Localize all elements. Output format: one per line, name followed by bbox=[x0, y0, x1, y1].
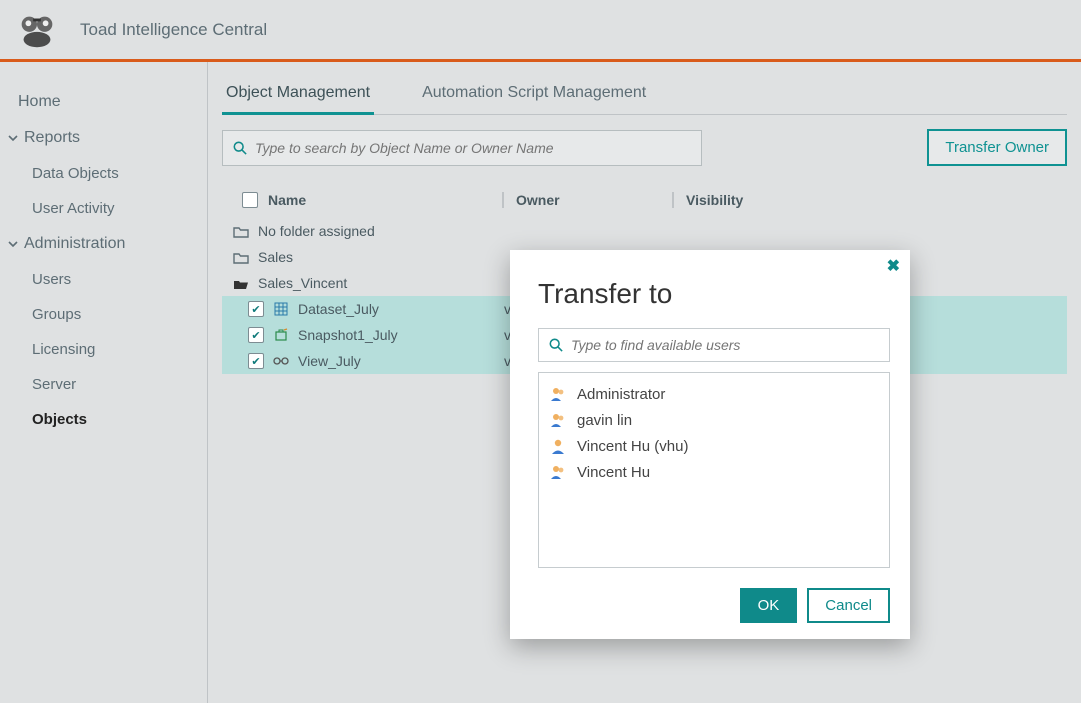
folder-row[interactable]: No folder assigned bbox=[222, 218, 1067, 244]
row-checkbox[interactable] bbox=[248, 301, 264, 317]
user-item[interactable]: Vincent Hu (vhu) bbox=[549, 433, 879, 459]
folder-name: Sales bbox=[258, 249, 293, 265]
app-title: Toad Intelligence Central bbox=[80, 20, 267, 40]
close-icon[interactable]: ✖ bbox=[887, 256, 900, 276]
user-name: gavin lin bbox=[577, 412, 632, 429]
nav-reports-label: Reports bbox=[24, 129, 80, 147]
folder-open-icon bbox=[232, 277, 250, 290]
transfer-dialog: ✖ Transfer to Administrator gavin lin Vi… bbox=[510, 250, 910, 639]
nav-home[interactable]: Home bbox=[0, 84, 207, 120]
ok-button[interactable]: OK bbox=[740, 588, 798, 623]
nav-administration-label: Administration bbox=[24, 235, 125, 253]
user-item[interactable]: Vincent Hu bbox=[549, 459, 879, 485]
col-owner: Owner bbox=[502, 192, 672, 208]
search-icon bbox=[233, 141, 247, 155]
transfer-owner-button[interactable]: Transfer Owner bbox=[927, 129, 1067, 166]
nav-objects[interactable]: Objects bbox=[0, 402, 207, 437]
select-all-checkbox[interactable] bbox=[242, 192, 258, 208]
folder-icon bbox=[232, 251, 250, 264]
nav-data-objects[interactable]: Data Objects bbox=[0, 156, 207, 191]
user-item[interactable]: Administrator bbox=[549, 381, 879, 407]
user-search[interactable] bbox=[538, 328, 890, 362]
nav-server[interactable]: Server bbox=[0, 367, 207, 402]
object-search[interactable] bbox=[222, 130, 702, 166]
dialog-title: Transfer to bbox=[538, 278, 890, 310]
user-group-icon bbox=[549, 385, 567, 403]
object-search-input[interactable] bbox=[255, 140, 691, 156]
folder-name: No folder assigned bbox=[258, 223, 375, 239]
user-icon bbox=[549, 437, 567, 455]
item-name: Snapshot1_July bbox=[298, 327, 398, 343]
row-checkbox[interactable] bbox=[248, 353, 264, 369]
col-name: Name bbox=[268, 192, 306, 208]
item-name: View_July bbox=[298, 353, 361, 369]
app-header: Toad Intelligence Central bbox=[0, 0, 1081, 62]
user-search-input[interactable] bbox=[571, 337, 879, 353]
user-name: Administrator bbox=[577, 386, 665, 403]
cancel-button[interactable]: Cancel bbox=[807, 588, 890, 623]
chevron-down-icon bbox=[6, 131, 20, 145]
user-name: Vincent Hu (vhu) bbox=[577, 438, 688, 455]
table-header: Name Owner Visibility bbox=[222, 188, 1067, 218]
item-name: Dataset_July bbox=[298, 301, 379, 317]
tab-object-management[interactable]: Object Management bbox=[222, 72, 374, 115]
search-icon bbox=[549, 338, 563, 352]
nav-licensing[interactable]: Licensing bbox=[0, 332, 207, 367]
nav-users[interactable]: Users bbox=[0, 262, 207, 297]
dataset-icon bbox=[272, 302, 290, 316]
view-icon bbox=[272, 356, 290, 366]
col-visibility: Visibility bbox=[672, 192, 1067, 208]
folder-icon bbox=[232, 225, 250, 238]
nav-user-activity[interactable]: User Activity bbox=[0, 191, 207, 226]
tabs: Object Management Automation Script Mana… bbox=[222, 72, 1067, 115]
nav-groups[interactable]: Groups bbox=[0, 297, 207, 332]
chevron-down-icon bbox=[6, 237, 20, 251]
folder-name: Sales_Vincent bbox=[258, 275, 347, 291]
snapshot-icon bbox=[272, 328, 290, 342]
sidebar: Home Reports Data Objects User Activity … bbox=[0, 62, 208, 703]
nav-reports[interactable]: Reports bbox=[0, 120, 207, 156]
user-list: Administrator gavin lin Vincent Hu (vhu)… bbox=[538, 372, 890, 568]
user-group-icon bbox=[549, 411, 567, 429]
user-name: Vincent Hu bbox=[577, 464, 650, 481]
tab-automation-script-management[interactable]: Automation Script Management bbox=[418, 72, 650, 115]
user-group-icon bbox=[549, 463, 567, 481]
nav-administration[interactable]: Administration bbox=[0, 226, 207, 262]
app-logo bbox=[12, 8, 62, 52]
row-checkbox[interactable] bbox=[248, 327, 264, 343]
user-item[interactable]: gavin lin bbox=[549, 407, 879, 433]
